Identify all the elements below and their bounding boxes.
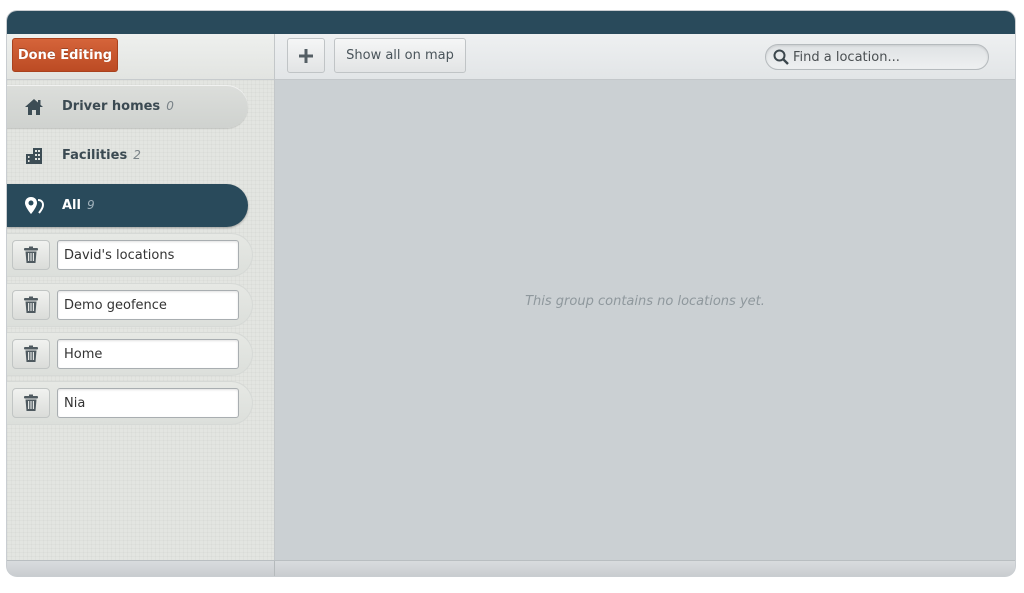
trash-icon xyxy=(24,246,38,263)
group-name-input[interactable] xyxy=(57,240,239,270)
group-name-input[interactable] xyxy=(57,339,239,369)
group-count: 0 xyxy=(166,99,174,113)
group-label: Driver homes xyxy=(62,99,161,114)
done-editing-button[interactable]: Done Editing xyxy=(12,38,118,72)
main-toolbar: Show all on map xyxy=(275,34,1015,80)
editable-group-row xyxy=(7,233,253,277)
group-item-all[interactable]: All 9 xyxy=(7,184,248,227)
top-bar xyxy=(7,11,1015,34)
search-box xyxy=(765,44,989,70)
group-item-facilities[interactable]: Facilities 2 xyxy=(7,134,248,177)
delete-group-button[interactable] xyxy=(12,339,50,369)
group-name-input[interactable] xyxy=(57,388,239,418)
house-icon xyxy=(23,96,45,118)
delete-group-button[interactable] xyxy=(12,240,50,270)
plus-icon xyxy=(299,48,313,63)
bottom-divider xyxy=(274,561,275,576)
group-label: All xyxy=(62,198,81,213)
bottom-bar xyxy=(7,560,1015,576)
map-content-area[interactable]: This group contains no locations yet. xyxy=(275,80,1015,561)
group-label: Facilities xyxy=(62,148,128,163)
map-pins-icon xyxy=(23,195,45,217)
trash-icon xyxy=(24,296,38,313)
trash-icon xyxy=(24,345,38,362)
buildings-icon xyxy=(23,145,45,167)
app-window: Done Editing Driver homes 0 Facilities 2… xyxy=(7,11,1015,576)
group-item-driver-homes[interactable]: Driver homes 0 xyxy=(7,85,248,128)
delete-group-button[interactable] xyxy=(12,388,50,418)
group-name-input[interactable] xyxy=(57,290,239,320)
add-location-button[interactable] xyxy=(287,38,325,73)
group-count: 9 xyxy=(86,198,95,212)
group-count: 2 xyxy=(133,148,141,162)
sidebar-toolbar: Done Editing xyxy=(7,34,274,80)
editable-group-row xyxy=(7,332,253,376)
search-input[interactable] xyxy=(793,49,978,65)
trash-icon xyxy=(24,394,38,411)
show-all-on-map-button[interactable]: Show all on map xyxy=(334,38,466,73)
delete-group-button[interactable] xyxy=(12,290,50,320)
sidebar: Done Editing Driver homes 0 Facilities 2… xyxy=(7,34,275,561)
empty-state-message: This group contains no locations yet. xyxy=(525,294,765,309)
editable-group-row xyxy=(7,381,253,425)
editable-group-row xyxy=(7,283,253,327)
search-icon xyxy=(773,49,789,65)
